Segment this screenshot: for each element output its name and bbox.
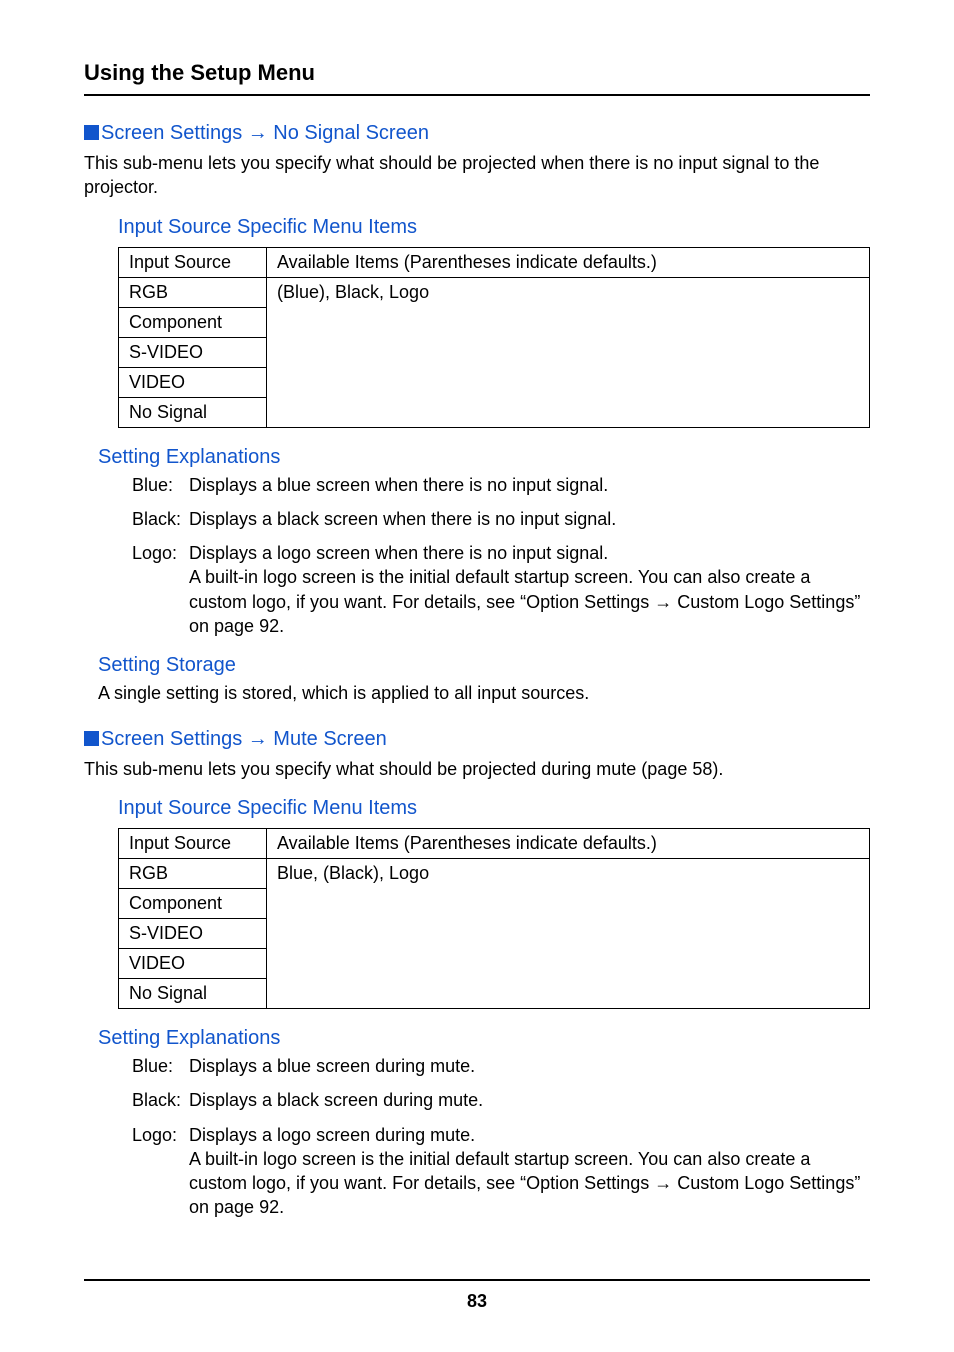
table-row: RGB Blue, (Black), Logo (119, 858, 870, 888)
bullet-icon (84, 125, 99, 140)
input-source-table-2: Input Source Available Items (Parenthese… (118, 828, 870, 1009)
input-source-title-2: Input Source Specific Menu Items (118, 797, 870, 820)
table-cell-source: Component (119, 888, 267, 918)
setting-storage-text: A single setting is stored, which is app… (98, 681, 870, 705)
explanation-row: Blue: Displays a blue screen when there … (132, 473, 870, 497)
setting-explanations-title-1: Setting Explanations (98, 446, 870, 469)
setting-explanations-title-2: Setting Explanations (98, 1027, 870, 1050)
table-cell-source: Component (119, 307, 267, 337)
table-header-row: Input Source Available Items (Parenthese… (119, 247, 870, 277)
explanation-label: Logo: (132, 1123, 189, 1220)
footer-rule (84, 1279, 870, 1281)
table-cell-items: Blue, (Black), Logo (267, 858, 870, 1008)
table-cell-source: S-VIDEO (119, 918, 267, 948)
page-title: Using the Setup Menu (84, 60, 870, 86)
explanation-text: Displays a blue screen when there is no … (189, 473, 870, 497)
table-header-col2: Available Items (Parentheses indicate de… (267, 828, 870, 858)
explanations-block-2: Blue: Displays a blue screen during mute… (132, 1054, 870, 1220)
explanation-label: Logo: (132, 541, 189, 638)
table-cell-source: RGB (119, 277, 267, 307)
table-header-col1: Input Source (119, 828, 267, 858)
table-cell-source: S-VIDEO (119, 337, 267, 367)
explanation-row: Logo: Displays a logo screen when there … (132, 541, 870, 638)
table-cell-source: VIDEO (119, 948, 267, 978)
explanation-label: Blue: (132, 473, 189, 497)
input-source-table-1: Input Source Available Items (Parenthese… (118, 247, 870, 428)
table-cell-source: RGB (119, 858, 267, 888)
explanation-text: Displays a black screen during mute. (189, 1088, 870, 1112)
page-footer: 83 (84, 1279, 870, 1312)
section2-intro: This sub-menu lets you specify what shou… (84, 757, 870, 781)
explanation-label: Black: (132, 507, 189, 531)
bullet-icon (84, 731, 99, 746)
explanation-row: Black: Displays a black screen when ther… (132, 507, 870, 531)
explanation-label: Blue: (132, 1054, 189, 1078)
explanation-row: Black: Displays a black screen during mu… (132, 1088, 870, 1112)
table-header-col2: Available Items (Parentheses indicate de… (267, 247, 870, 277)
explanation-text: Displays a logo screen during mute. A bu… (189, 1123, 870, 1220)
section-title-no-signal: Screen Settings → No Signal Screen (84, 122, 870, 145)
explanation-row: Blue: Displays a blue screen during mute… (132, 1054, 870, 1078)
header-rule (84, 94, 870, 96)
table-row: RGB (Blue), Black, Logo (119, 277, 870, 307)
table-cell-source: No Signal (119, 397, 267, 427)
explanation-text: Displays a black screen when there is no… (189, 507, 870, 531)
page-number: 83 (84, 1291, 870, 1312)
explanation-text: Displays a blue screen during mute. (189, 1054, 870, 1078)
explanation-label: Black: (132, 1088, 189, 1112)
setting-storage-title: Setting Storage (98, 654, 870, 677)
table-header-col1: Input Source (119, 247, 267, 277)
explanations-block-1: Blue: Displays a blue screen when there … (132, 473, 870, 639)
input-source-title-1: Input Source Specific Menu Items (118, 216, 870, 239)
table-cell-items: (Blue), Black, Logo (267, 277, 870, 427)
section-title-mute: Screen Settings → Mute Screen (84, 728, 870, 751)
table-cell-source: No Signal (119, 978, 267, 1008)
table-cell-source: VIDEO (119, 367, 267, 397)
explanation-row: Logo: Displays a logo screen during mute… (132, 1123, 870, 1220)
section-title-text: Screen Settings → Mute Screen (101, 728, 387, 750)
section-title-text: Screen Settings → No Signal Screen (101, 122, 429, 144)
section1-intro: This sub-menu lets you specify what shou… (84, 151, 870, 200)
table-header-row: Input Source Available Items (Parenthese… (119, 828, 870, 858)
explanation-text: Displays a logo screen when there is no … (189, 541, 870, 638)
